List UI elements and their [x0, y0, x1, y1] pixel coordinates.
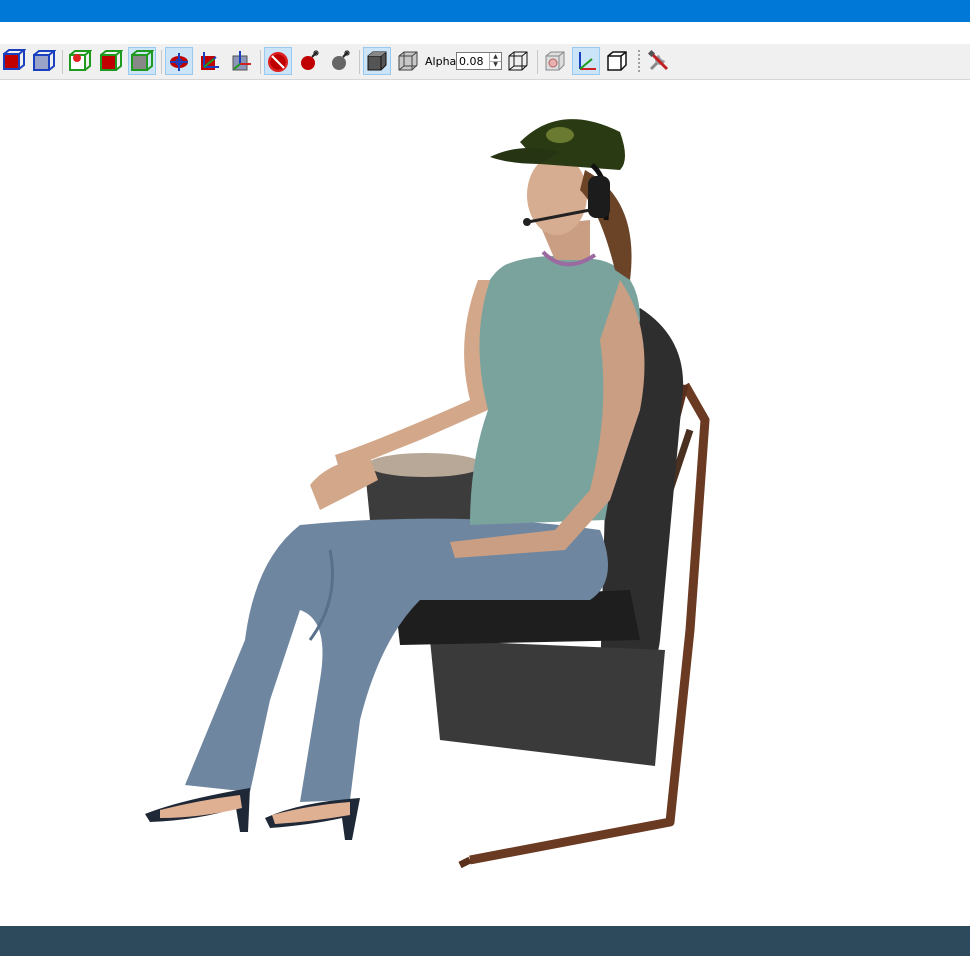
world-axes-icon[interactable] — [572, 47, 600, 75]
wire-blue-box-icon[interactable] — [30, 47, 58, 75]
alpha-input[interactable] — [457, 53, 489, 69]
separator — [161, 50, 162, 74]
toolbar-grip[interactable] — [638, 50, 640, 74]
gray-green-box-icon[interactable] — [128, 47, 156, 75]
3d-viewport[interactable] — [0, 80, 970, 926]
frames-icon[interactable] — [196, 47, 224, 75]
menu-bar — [0, 22, 970, 44]
seated-woman-model — [145, 119, 710, 869]
headset-earcup — [588, 176, 610, 218]
gray-bomb-icon[interactable] — [326, 47, 354, 75]
alpha-spinbox[interactable]: ▲ ▼ — [456, 52, 502, 70]
tools-icon[interactable] — [645, 47, 673, 75]
toolbar: Alpha: ▲ ▼ — [0, 44, 970, 80]
head — [527, 155, 587, 235]
solid-cube-icon[interactable] — [363, 47, 391, 75]
alpha-label: Alpha: — [425, 55, 460, 68]
separator — [537, 50, 538, 74]
spin-down-icon[interactable]: ▼ — [490, 60, 501, 70]
left-arm — [335, 280, 490, 472]
spin-up-icon[interactable]: ▲ — [490, 53, 501, 61]
title-bar — [0, 0, 970, 22]
transparent-cube-icon[interactable] — [394, 47, 422, 75]
separator — [359, 50, 360, 74]
bomb-icon[interactable] — [295, 47, 323, 75]
seat-bucket — [430, 640, 665, 766]
filled-green-box-icon[interactable] — [97, 47, 125, 75]
separator — [62, 50, 63, 74]
center-of-mass-icon[interactable] — [165, 47, 193, 75]
solid-red-box-icon[interactable] — [0, 47, 28, 75]
textured-cube-icon[interactable] — [541, 47, 569, 75]
axes-box-icon[interactable] — [227, 47, 255, 75]
collision-box-icon[interactable] — [66, 47, 94, 75]
wireframe-cube-icon[interactable] — [504, 47, 532, 75]
status-bar — [0, 926, 970, 956]
no-bomb-icon[interactable] — [264, 47, 292, 75]
separator — [260, 50, 261, 74]
outline-cube-icon[interactable] — [603, 47, 631, 75]
